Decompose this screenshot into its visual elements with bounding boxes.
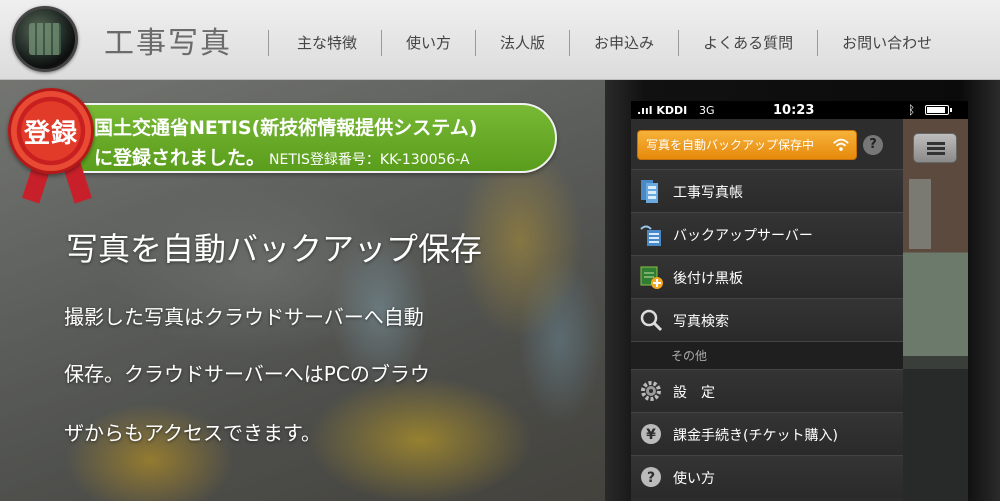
menu-item-label: 写真検索 [673,314,729,330]
menu-item-label: バックアップサーバー [673,228,813,244]
help-icon[interactable]: ? [863,135,883,155]
status-bar: .ııl KDDI 3G 10:23 ᛒ [631,101,968,119]
phone-screen: .ııl KDDI 3G 10:23 ᛒ 写真を自動バックアップ保存中 ? 工事… [631,101,968,501]
yen-icon: ¥ [641,424,661,444]
nav-features[interactable]: 主な特徴 [268,30,381,56]
carrier-label: .ııl KDDI [637,104,688,117]
seal-text: 登録 [23,118,78,149]
site-title[interactable]: 工事写真 [104,18,232,62]
network-label: 3G [699,104,715,117]
help-icon: ? [641,467,661,487]
menu-item-label: 後付け黒板 [673,271,743,287]
netis-registration-number: NETIS登録番号：KK-130056-A [269,152,470,168]
hero-body-line-1: 撮影した写真はクラウドサーバーへ自動 [64,305,424,329]
site-header: 工事写真 主な特徴 使い方 法人版 お申込み よくある質問 お問い合わせ [0,0,1000,80]
gear-icon [641,381,661,401]
banner-line1: 国土交通省NETIS(新技術情報提供システム) [94,117,478,139]
menu-item-label: 設 定 [673,385,715,401]
background-photo [903,119,968,501]
menu-item-billing[interactable]: ¥ 課金手続き(チケット購入) [631,412,903,455]
album-icon [641,180,658,203]
server-icon [640,225,661,246]
nav-faq[interactable]: よくある質問 [678,30,817,56]
banner-line2-text: に登録されました。 [94,147,266,169]
menu-item-how-to-use[interactable]: ? 使い方 [631,455,903,498]
menu-item-photo-search[interactable]: 写真検索 [631,298,903,341]
app-menu-panel: 写真を自動バックアップ保存中 ? 工事写真帳 バックアップサーバー 後付け黒板 … [631,119,903,501]
app-logo-icon[interactable] [12,6,78,72]
menu-item-label: 使い方 [673,471,715,487]
menu-item-photo-album[interactable]: 工事写真帳 [631,169,903,212]
search-icon [640,309,663,332]
nav-apply[interactable]: お申込み [569,30,678,56]
menu-list: 工事写真帳 バックアップサーバー 後付け黒板 写真検索 その他 設 定 ¥ 課金… [631,169,903,498]
phone-mockup: .ııl KDDI 3G 10:23 ᛒ 写真を自動バックアップ保存中 ? 工事… [605,80,1000,501]
wifi-icon [833,138,849,151]
netis-banner: 国土交通省NETIS(新技術情報提供システム) に登録されました。 NETIS登録… [70,103,557,173]
menu-item-label: 課金手続き(チケット購入) [673,428,838,444]
bluetooth-icon: ᛒ [908,103,916,117]
menu-section-other: その他 [631,341,903,369]
clock: 10:23 [773,103,815,118]
blackboard-icon [640,266,663,289]
svg-text:¥: ¥ [646,427,656,443]
registration-badge: 登録 [8,88,118,204]
menu-item-add-blackboard[interactable]: 後付け黒板 [631,255,903,298]
nav-corporate[interactable]: 法人版 [475,30,569,56]
main-nav: 主な特徴 使い方 法人版 お申込み よくある質問 お問い合わせ [268,30,956,56]
auto-backup-label: 写真を自動バックアップ保存中 [646,138,815,152]
hero-title: 写真を自動バックアップ保存 [66,230,483,268]
battery-icon [925,105,952,115]
hero-body-line-3: ザからもアクセスできます。 [64,421,321,445]
nav-contact[interactable]: お問い合わせ [817,30,956,56]
hero-body-line-2: 保存。クラウドサーバーへはPCのブラウ [64,362,430,386]
menu-item-label: 工事写真帳 [673,185,743,201]
svg-text:?: ? [647,470,655,486]
registered-seal-icon: 登録 [8,88,94,174]
banner-line2: に登録されました。 NETIS登録番号：KK-130056-A [94,143,470,170]
menu-item-settings[interactable]: 設 定 [631,369,903,412]
auto-backup-button[interactable]: 写真を自動バックアップ保存中 [637,130,857,160]
nav-how-to-use[interactable]: 使い方 [381,30,475,56]
hamburger-menu-icon[interactable] [913,133,957,163]
menu-item-backup-server[interactable]: バックアップサーバー [631,212,903,255]
